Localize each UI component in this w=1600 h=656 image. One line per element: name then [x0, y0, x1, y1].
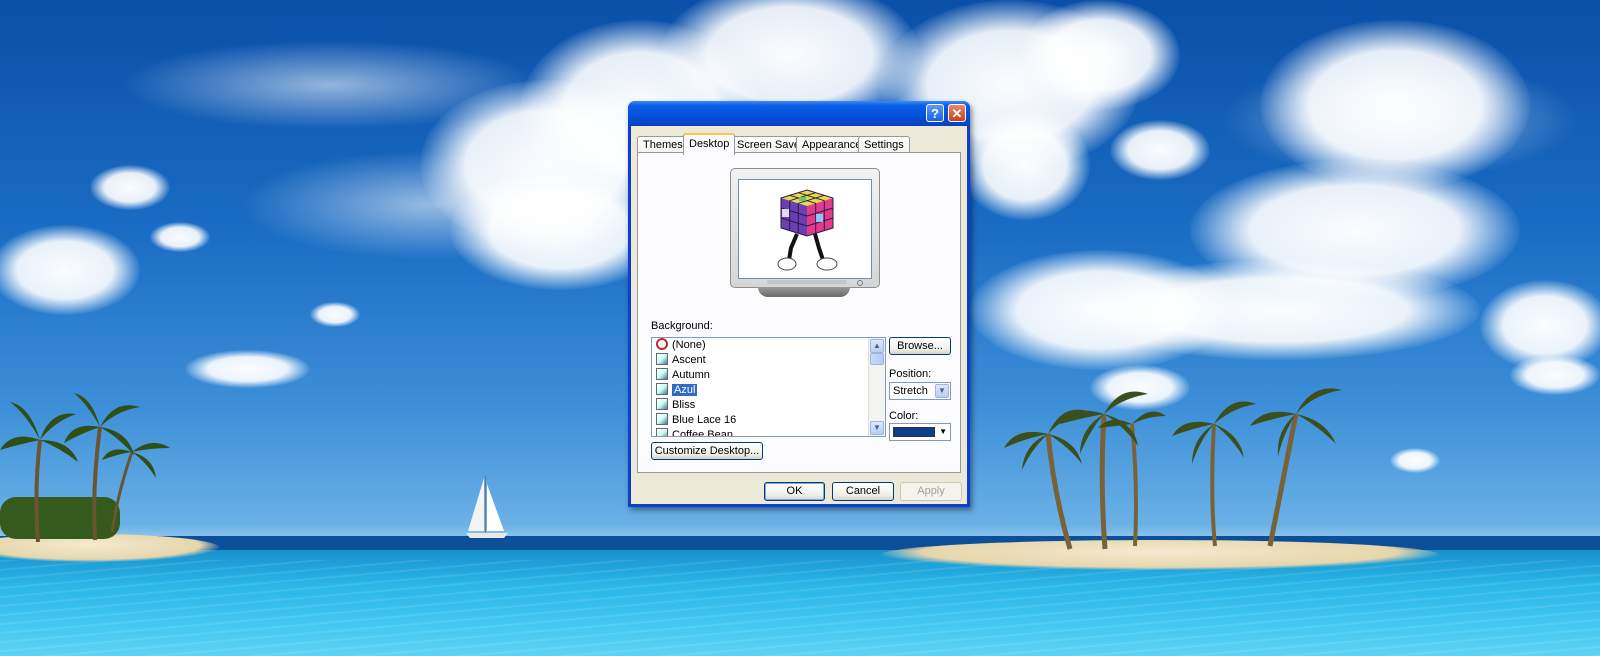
monitor-stand: [758, 287, 850, 297]
cloud: [1110, 120, 1210, 180]
preview-screen: [738, 179, 872, 279]
background-label: Background:: [651, 320, 713, 332]
scroll-thumb[interactable]: [870, 353, 884, 365]
image-file-icon: [656, 368, 668, 380]
list-scrollbar[interactable]: ▲ ▼: [868, 338, 885, 436]
chevron-down-icon[interactable]: ▼: [939, 425, 947, 439]
color-label: Color:: [889, 410, 919, 422]
monitor-preview: [730, 168, 880, 297]
apply-button[interactable]: Apply: [900, 482, 962, 501]
cloud: [0, 225, 140, 315]
tab-desktop[interactable]: Desktop: [683, 133, 736, 155]
left-palm-trees: [0, 393, 170, 543]
cloud: [185, 350, 310, 388]
cloud: [150, 222, 210, 252]
no-background-icon: [656, 338, 668, 350]
display-properties-window: ? ✕ Themes Desktop Screen Saver Appearan…: [628, 101, 970, 507]
cloud: [1390, 448, 1440, 473]
image-file-icon: [656, 428, 668, 436]
cloud: [1080, 260, 1480, 360]
browse-button[interactable]: Browse...: [889, 337, 951, 355]
ocean-ripples: [0, 560, 1600, 656]
color-picker-button[interactable]: ▼: [889, 423, 951, 441]
cloud: [90, 165, 170, 210]
cancel-button[interactable]: Cancel: [832, 482, 894, 501]
window-client-area: Themes Desktop Screen Saver Appearance S…: [631, 126, 967, 504]
background-listbox[interactable]: (None) Ascent Autumn Azul Bliss Blue Lac…: [651, 337, 886, 437]
position-select[interactable]: Stretch ▼: [889, 382, 951, 400]
power-led-icon: [857, 280, 863, 286]
close-button[interactable]: ✕: [948, 104, 966, 122]
chevron-down-icon[interactable]: ▼: [935, 384, 949, 398]
window-titlebar[interactable]: ? ✕: [628, 101, 970, 126]
monitor-chin: [767, 280, 847, 284]
cloud: [1020, 0, 1180, 110]
scroll-up-icon[interactable]: ▲: [870, 339, 884, 353]
list-item[interactable]: Coffee Bean: [656, 428, 733, 436]
right-palm-trees: [1004, 388, 1342, 550]
list-item[interactable]: (None): [656, 338, 706, 353]
image-file-icon: [656, 383, 668, 395]
desktop-tab-panel: Background: (None) Ascent Autumn Azul Bl…: [637, 152, 961, 473]
sailboat: [466, 476, 508, 538]
tab-settings[interactable]: Settings: [858, 136, 910, 153]
customize-desktop-button[interactable]: Customize Desktop...: [651, 442, 763, 460]
cube-character-image: [777, 189, 838, 271]
image-file-icon: [656, 398, 668, 410]
list-item[interactable]: Blue Lace 16: [656, 413, 736, 428]
position-label: Position:: [889, 368, 932, 380]
image-file-icon: [656, 413, 668, 425]
list-item[interactable]: Ascent: [656, 353, 706, 368]
monitor-frame: [730, 168, 880, 288]
position-value: Stretch: [893, 385, 928, 397]
image-file-icon: [656, 353, 668, 365]
list-item[interactable]: Autumn: [656, 368, 710, 383]
tab-themes[interactable]: Themes: [637, 136, 689, 153]
list-item-selected[interactable]: Azul: [656, 383, 699, 398]
scroll-down-icon[interactable]: ▼: [870, 421, 884, 435]
cloud: [1510, 355, 1600, 395]
color-swatch: [893, 427, 935, 437]
ok-button[interactable]: OK: [764, 482, 825, 501]
list-item[interactable]: Bliss: [656, 398, 695, 413]
help-button[interactable]: ?: [926, 104, 944, 122]
cloud: [960, 110, 1090, 220]
cloud: [310, 302, 360, 327]
tab-appearance[interactable]: Appearance: [796, 136, 868, 153]
